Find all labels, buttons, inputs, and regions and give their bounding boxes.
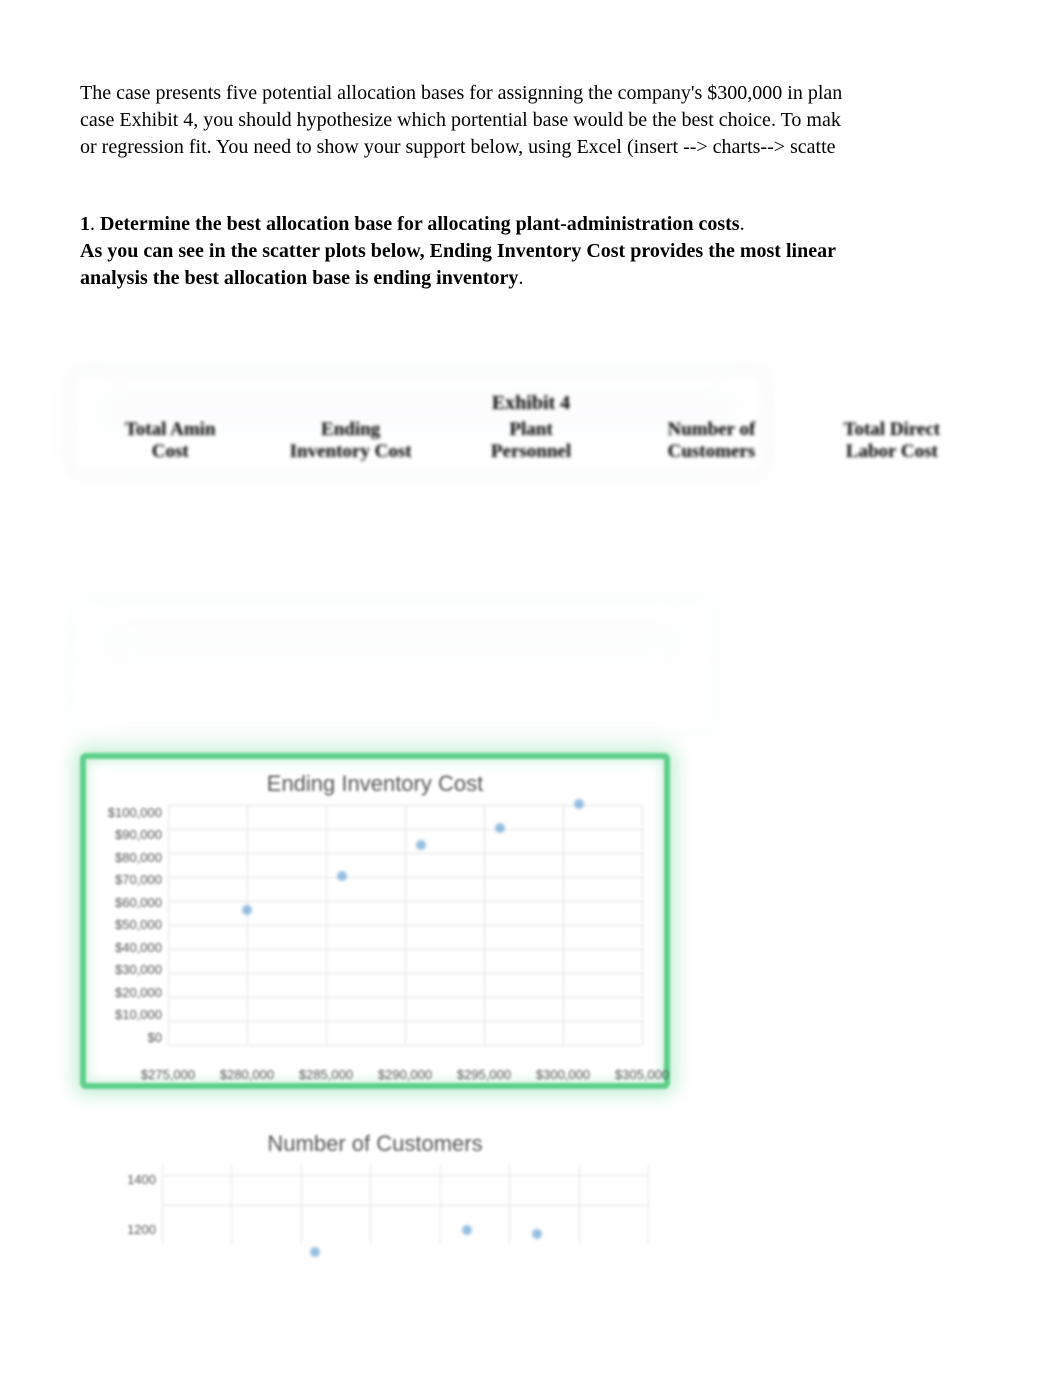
chart2-title: Number of Customers: [92, 1131, 658, 1157]
data-point: [310, 1247, 320, 1257]
x-tick: $305,000: [615, 1067, 669, 1082]
exhibit-columns: Total AminCost EndingInventory Cost Plan…: [80, 419, 982, 463]
data-point: [416, 840, 426, 850]
col-total-admin: Total AminCost: [80, 419, 260, 463]
y-tick: $10,000: [115, 1007, 162, 1022]
data-point: [462, 1225, 472, 1235]
x-tick: $280,000: [220, 1067, 274, 1082]
chart-ending-inventory: Ending Inventory Cost $100,000 $90,000 $80…: [80, 753, 670, 1089]
chart2-plot: 14001200: [162, 1165, 648, 1265]
y-tick: $0: [148, 1030, 162, 1045]
blurred-region: [80, 603, 982, 723]
data-point: [337, 871, 347, 881]
data-point: [495, 823, 505, 833]
exhibit-title: Exhibit 4: [80, 392, 982, 415]
data-point: [242, 905, 252, 915]
y-tick: $80,000: [115, 850, 162, 865]
intro-line-1: The case presents five potential allocat…: [80, 82, 842, 104]
chart2-y-axis: 1400 1200: [92, 1165, 156, 1265]
question-number: 1: [80, 213, 90, 235]
exhibit-table: Exhibit 4 Total AminCost EndingInventory…: [80, 392, 982, 463]
chart1-grid: [168, 805, 642, 1045]
intro-line-2: case Exhibit 4, you should hypothesize w…: [80, 109, 841, 131]
chart-number-customers: Number of Customers 1400 1200: [80, 1119, 670, 1265]
x-tick: $285,000: [299, 1067, 353, 1082]
y-tick: $70,000: [115, 872, 162, 887]
col-plant-personnel: PlantPersonnel: [441, 419, 621, 463]
intro-paragraph: The case presents five potential allocat…: [80, 80, 982, 161]
chart1-title: Ending Inventory Cost: [98, 771, 652, 797]
data-point: [574, 799, 584, 809]
x-tick: $275,000: [141, 1067, 195, 1082]
y-tick: 1400: [127, 1165, 156, 1195]
y-tick: $30,000: [115, 962, 162, 977]
data-point: [532, 1229, 542, 1239]
answer-line-2: analysis the best allocation base is end…: [80, 267, 518, 289]
col-ending-inventory: EndingInventory Cost: [260, 419, 440, 463]
col-number-customers: Number ofCustomers: [621, 419, 801, 463]
answer-line-1: As you can see in the scatter plots belo…: [80, 240, 836, 262]
y-tick: 1200: [127, 1215, 156, 1245]
x-tick: $290,000: [378, 1067, 432, 1082]
intro-line-3: or regression fit. You need to show your…: [80, 136, 836, 158]
question-block: 1. Determine the best allocation base fo…: [80, 211, 982, 292]
y-tick: $60,000: [115, 895, 162, 910]
chart1-y-axis: $100,000 $90,000 $80,000 $70,000 $60,000 $50,…: [98, 805, 162, 1045]
x-tick: $295,000: [457, 1067, 511, 1082]
chart2-grid: [162, 1165, 648, 1245]
y-tick: $100,000: [108, 805, 162, 820]
y-tick: $90,000: [115, 827, 162, 842]
y-tick: $40,000: [115, 940, 162, 955]
question-prompt: Determine the best allocation base for a…: [100, 213, 740, 235]
y-tick: $50,000: [115, 917, 162, 932]
chart1-plot: $100,000$90,000$80,000$70,000$60,000$50,…: [168, 805, 642, 1065]
col-total-direct-labor: Total DirectLabor Cost: [802, 419, 982, 463]
y-tick: $20,000: [115, 985, 162, 1000]
x-tick: $300,000: [536, 1067, 590, 1082]
